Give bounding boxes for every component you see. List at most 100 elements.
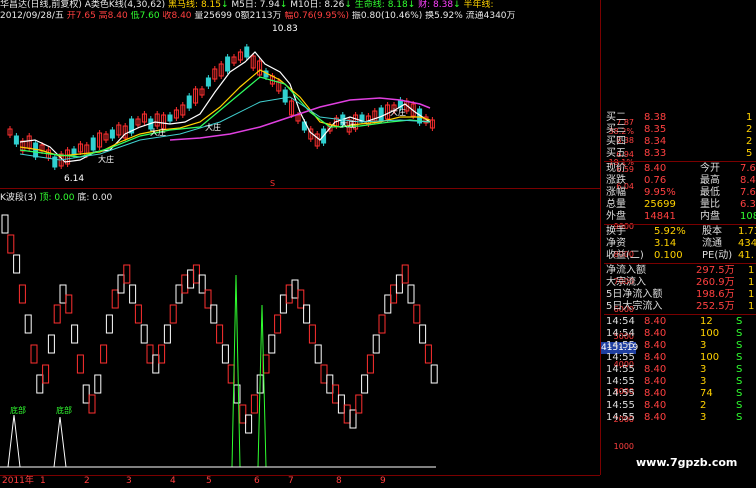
stat-value: 0.100 <box>654 250 683 261</box>
indicator-box <box>268 334 276 354</box>
month-label: 3 <box>126 476 132 486</box>
indicator-box <box>47 334 55 354</box>
year-label: 2011年 <box>2 476 34 486</box>
kbanding-indicator-chart[interactable]: 底部 底部 <box>0 195 600 475</box>
indicator-box <box>94 374 102 394</box>
stat-value: 8.4 <box>740 175 756 186</box>
tick-price: 8.40 <box>644 340 667 351</box>
header-segment: ↓ <box>344 0 352 10</box>
indicator-box <box>390 284 398 304</box>
stat-value: 1085 <box>740 211 756 222</box>
indicator-box <box>169 304 177 324</box>
tick-volume: 3 <box>700 376 707 387</box>
indicator-box <box>361 374 369 394</box>
quote-row: 5日大宗流入 252.5万 1 <box>604 301 756 313</box>
indicator-box <box>424 344 432 364</box>
signal-green-spike <box>257 304 267 468</box>
quote-row: 涨跌 0.76 最高 8.4 <box>604 175 756 187</box>
header-segment: 振0.80(10.46%) <box>349 11 423 21</box>
tick-price: 8.40 <box>644 328 667 339</box>
chart-header-line2: 2012/09/28/五 开7.65 高8.40 低7.60 收8.40 量25… <box>0 11 600 22</box>
tag-label: 大庄 <box>340 119 356 129</box>
low-price-label: 6.14 <box>64 174 84 184</box>
quote-row: 涨幅 9.95% 最低 7.6 <box>604 187 756 199</box>
indicator-box <box>158 344 166 364</box>
indicator-box <box>407 284 415 304</box>
indicator-box <box>308 324 316 344</box>
panel-divider <box>604 263 756 264</box>
indicator-box <box>175 284 183 304</box>
indicator-box <box>210 304 218 324</box>
stat-value: 5.92% <box>654 226 686 237</box>
indicator-box <box>71 324 79 344</box>
stat-value: 9.95% <box>644 187 676 198</box>
indicator-box <box>7 234 15 254</box>
header-segment: 流通4340万 <box>462 11 516 21</box>
indicator-box <box>76 354 84 374</box>
candle-body <box>167 114 173 122</box>
stat-value: 0.76 <box>644 175 667 186</box>
tick-volume: 100 <box>700 352 720 363</box>
month-label: 5 <box>206 476 212 486</box>
chart-header-line1: 华昌达(日线,前复权) A类色K线(4,30,62) 黑马线: 8.15↓ M5… <box>0 0 600 11</box>
indicator-box <box>332 384 340 404</box>
quote-row: 14:55 8.40 3 S <box>604 376 756 388</box>
indicator-box <box>430 364 438 384</box>
candlesticks <box>7 44 435 170</box>
bid-volume: 2 <box>746 136 753 147</box>
tick-side: S <box>736 412 743 423</box>
indicator-box <box>36 374 44 394</box>
indicator-box <box>88 394 96 414</box>
stat-value: 41. <box>738 250 754 261</box>
indicator-box <box>401 264 409 284</box>
bottom-signal-spike <box>7 414 21 468</box>
candle-body <box>282 89 288 103</box>
indicator-box <box>221 344 229 364</box>
indicator-box <box>395 274 403 294</box>
bid-label: 买五 <box>606 148 626 159</box>
indicator-box <box>384 294 392 314</box>
tick-time: 14:55 <box>606 388 635 399</box>
indicator-box <box>343 404 351 424</box>
pane-divider <box>0 188 600 189</box>
indicator-box <box>297 289 305 309</box>
candlestick-chart[interactable]: 10.83 6.14 大庄 大庄 大庄 大庄 大庄 S <box>0 22 600 187</box>
indicator-box <box>192 264 200 284</box>
tick-price: 8.40 <box>644 388 667 399</box>
quote-row: 买四 8.34 2 <box>604 136 756 148</box>
tick-side: S <box>736 364 743 375</box>
high-price-label: 10.83 <box>272 24 298 34</box>
month-label: 4 <box>170 476 176 486</box>
quote-row: 14:54 8.40 12 S <box>604 316 756 328</box>
header-segment: 华昌达(日线,前复权) <box>0 0 82 10</box>
tick-time: 14:55 <box>606 412 635 423</box>
header-segment: M10日: 8.26 <box>287 0 345 10</box>
stat-label: PE(动) <box>702 250 733 261</box>
candle-body <box>109 129 115 139</box>
tick-side: S <box>736 316 743 327</box>
flow-label: 5日大宗流入 <box>606 301 663 312</box>
header-segment: A类色K线(4,30,62) <box>81 0 166 10</box>
candle-body <box>186 95 192 109</box>
indicator-box <box>413 304 421 324</box>
quote-row: 14:55 8.40 100 S <box>604 352 756 364</box>
quote-row: 外盘 14841 内盘 1085 <box>604 211 756 223</box>
flow-label: 5日净流入额 <box>606 289 663 300</box>
indicator-box <box>117 274 125 294</box>
time-axis[interactable]: 2011年 1 2 3 4 5 6 7 8 9 <box>0 475 600 488</box>
panel-divider <box>604 314 756 315</box>
indicator-box <box>314 344 322 364</box>
tick-time: 14:54 <box>606 316 635 327</box>
indicator-box <box>216 324 224 344</box>
tick-price: 8.40 <box>644 316 667 327</box>
tick-time: 14:55 <box>606 376 635 387</box>
candle-body <box>225 56 231 72</box>
candle-body <box>90 137 96 151</box>
candle-body <box>378 107 384 121</box>
indicator-box <box>140 324 148 344</box>
indicator-box <box>134 304 142 324</box>
bid-label: 买四 <box>606 136 626 147</box>
sell-marker: S <box>270 179 275 187</box>
indicator-box <box>372 334 380 354</box>
quote-row: 净资 3.14 流通 4340 <box>604 238 756 250</box>
